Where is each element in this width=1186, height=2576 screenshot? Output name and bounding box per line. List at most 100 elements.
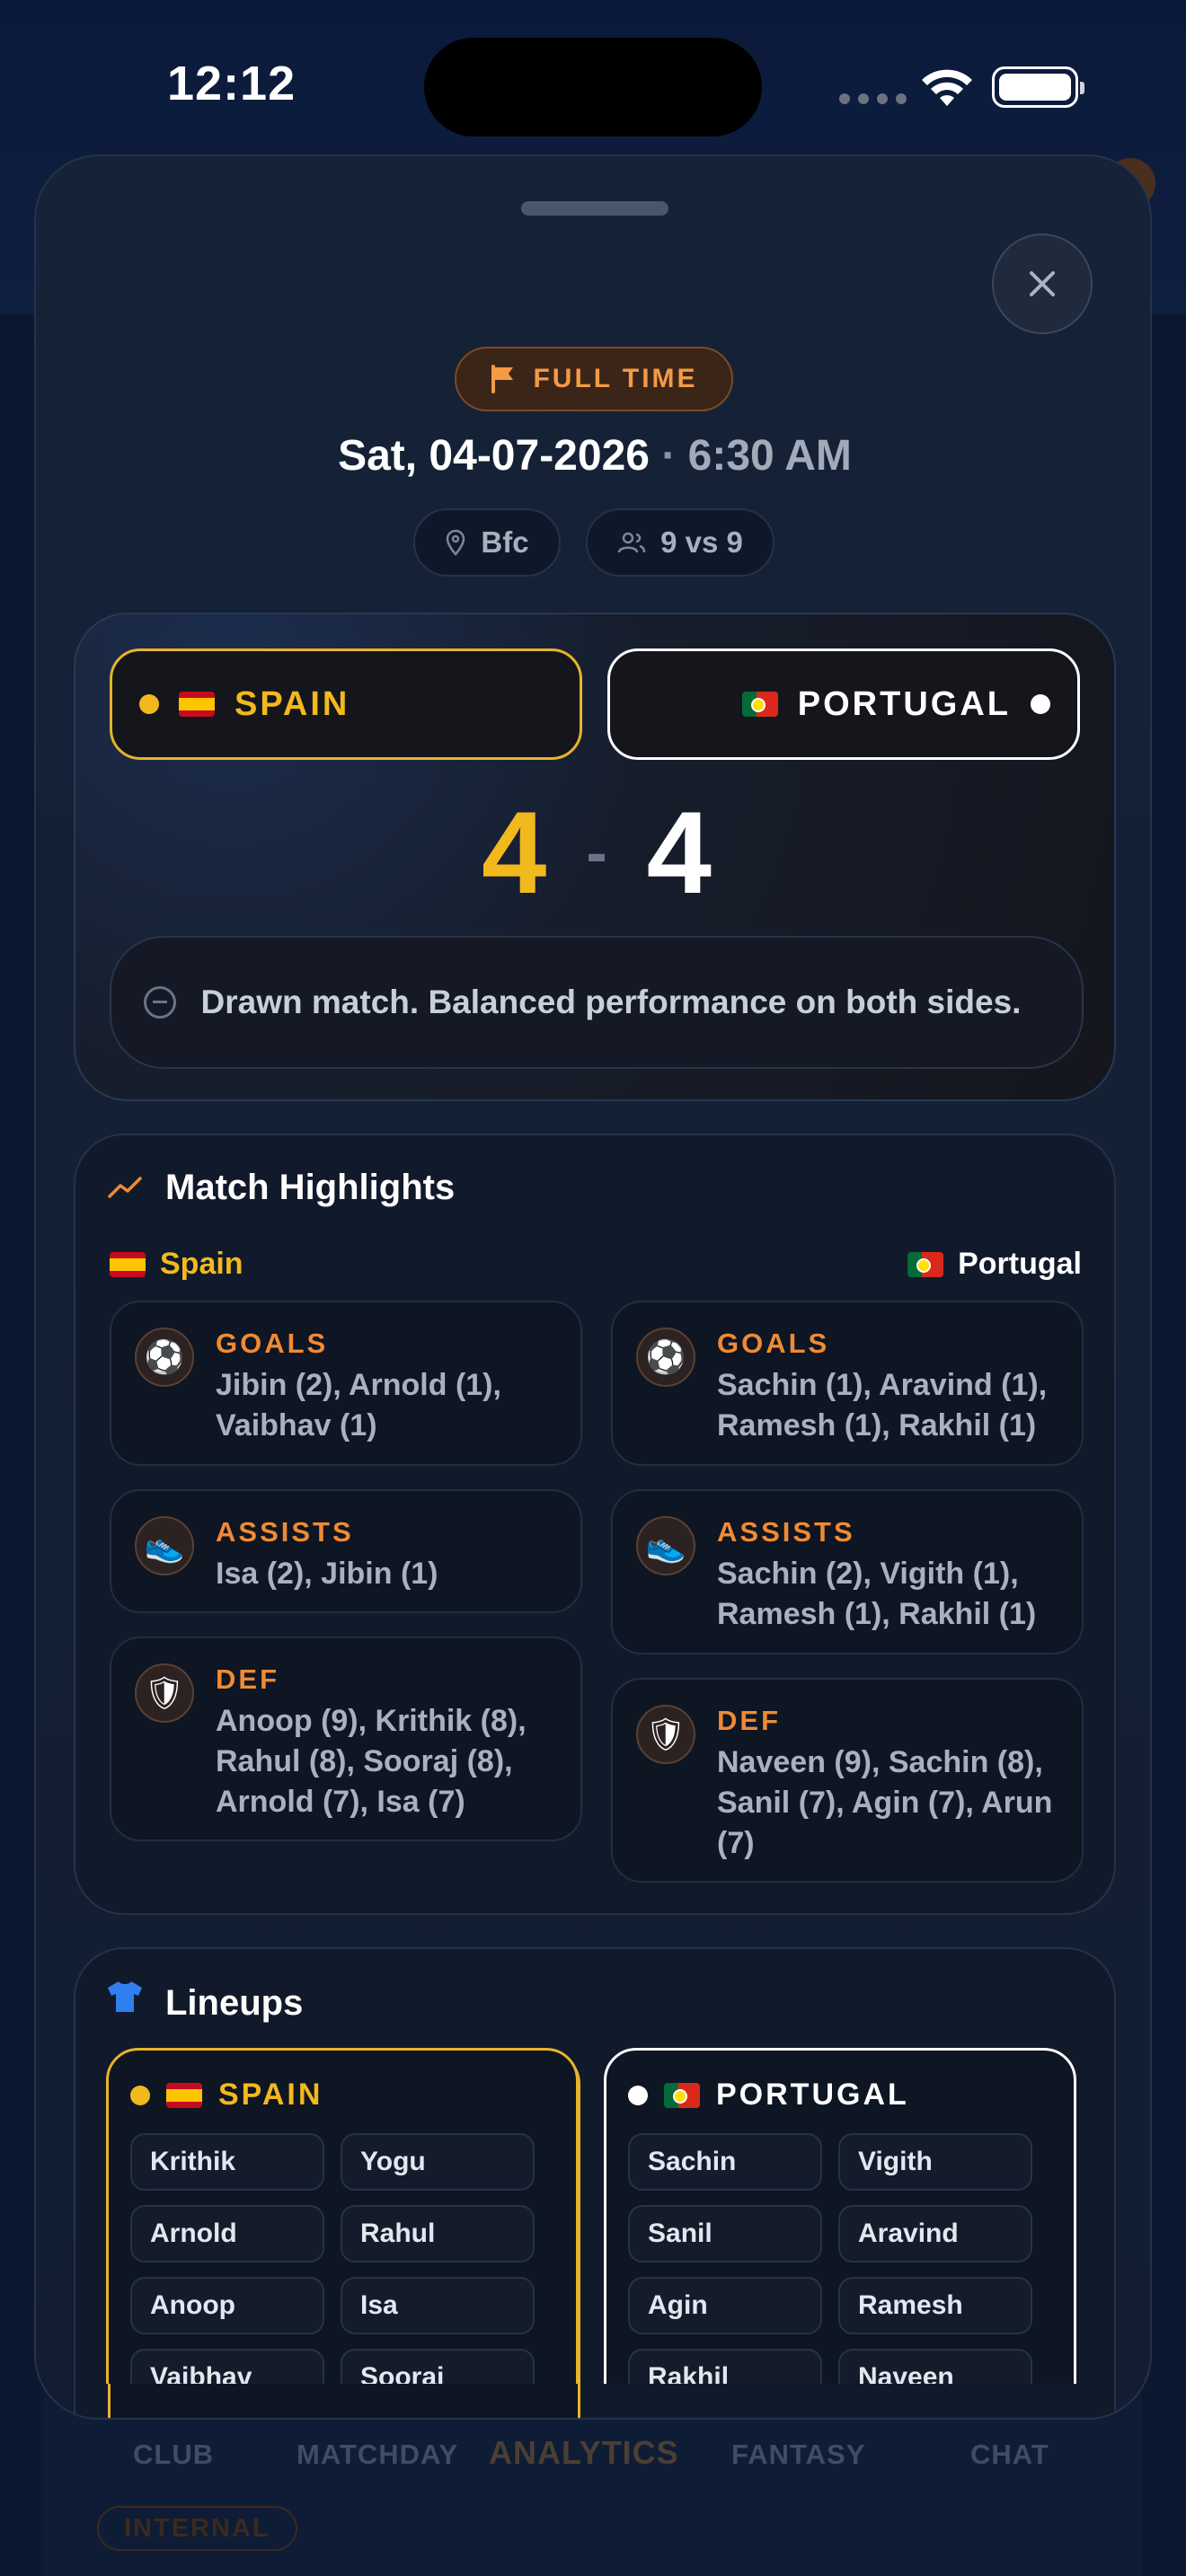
- boot-icon: 👟: [135, 1516, 194, 1575]
- away-color-dot: [1031, 694, 1050, 714]
- score-separator: -: [586, 817, 607, 887]
- flag-icon: [491, 365, 514, 393]
- shield-icon: 🛡: [135, 1663, 194, 1723]
- away-def-label: DEF: [717, 1705, 781, 1736]
- venue-pill: Bfc: [413, 508, 561, 577]
- home-assists-label: ASSISTS: [216, 1516, 354, 1548]
- player-chip[interactable]: Arnold: [130, 2205, 324, 2263]
- match-status-badge: FULL TIME: [455, 347, 733, 411]
- home-team-chip: SPAIN: [110, 648, 582, 760]
- away-color-dot: [628, 2085, 648, 2105]
- home-def-box: 🛡 DEF Anoop (9), Krithik (8), Rahul (8),…: [110, 1636, 582, 1841]
- close-button[interactable]: [992, 234, 1093, 334]
- status-time: 12:12: [167, 57, 296, 110]
- highlights-away-team: Portugal: [907, 1247, 1082, 1282]
- close-icon: [1030, 271, 1055, 296]
- draw-icon: [144, 986, 176, 1019]
- player-chip[interactable]: Ramesh: [838, 2277, 1032, 2334]
- away-def-box: 🛡 DEF Naveen (9), Sachin (8), Sanil (7),…: [611, 1678, 1084, 1883]
- match-summary-text: Drawn match. Balanced performance on bot…: [200, 984, 1022, 1020]
- dynamic-island: [424, 38, 762, 137]
- wifi-icon: [922, 69, 972, 106]
- home-lineup-box: SPAIN Krithik Yogu Arnold Rahul Anoop Is…: [106, 2048, 579, 2384]
- player-chip[interactable]: Aravind: [838, 2205, 1032, 2263]
- away-assists-value: Sachin (2), Vigith (1), Ramesh (1), Rakh…: [717, 1557, 1037, 1631]
- match-datetime: Sat, 04-07-2026 · 6:30 AM: [36, 431, 1150, 481]
- highlights-home-name: Spain: [160, 1247, 243, 1281]
- home-color-dot: [130, 2085, 150, 2105]
- player-chip[interactable]: Anoop: [130, 2277, 324, 2334]
- player-chip[interactable]: Naveen: [838, 2349, 1032, 2384]
- player-chip[interactable]: Yogu: [341, 2133, 535, 2191]
- home-lineup-header: SPAIN: [130, 2078, 323, 2113]
- home-assists-box: 👟 ASSISTS Isa (2), Jibin (1): [110, 1489, 582, 1613]
- away-goals-value: Sachin (1), Aravind (1), Ramesh (1), Rak…: [717, 1368, 1048, 1442]
- home-def-value: Anoop (9), Krithik (8), Rahul (8), Soora…: [216, 1704, 527, 1819]
- internal-badge: INTERNAL: [97, 2506, 297, 2551]
- match-status-label: FULL TIME: [533, 364, 698, 393]
- player-chip[interactable]: Vigith: [838, 2133, 1032, 2191]
- spain-flag-icon: [179, 692, 215, 717]
- cellular-signal-icon: [839, 93, 907, 104]
- match-time: 6:30 AM: [687, 432, 852, 480]
- spain-flag-icon: [166, 2082, 202, 2108]
- away-team-name: PORTUGAL: [797, 684, 1011, 723]
- away-def-value: Naveen (9), Sachin (8), Sanil (7), Agin …: [717, 1745, 1053, 1860]
- highlights-card: Match Highlights Spain Portugal ⚽ GOALS …: [74, 1134, 1116, 1915]
- scoreline: 4 - 4: [75, 785, 1118, 920]
- sheet-grabber[interactable]: [521, 201, 668, 216]
- highlights-away-name: Portugal: [958, 1247, 1082, 1281]
- highlights-home-team: Spain: [110, 1247, 243, 1282]
- boot-icon: 👟: [636, 1516, 695, 1575]
- location-pin-icon: [447, 529, 465, 556]
- home-color-dot: [139, 694, 159, 714]
- lineups-title: Lineups: [165, 1983, 304, 2023]
- score-card: SPAIN PORTUGAL 4 - 4 Drawn match. Balanc…: [74, 613, 1116, 1101]
- away-goals-box: ⚽ GOALS Sachin (1), Aravind (1), Ramesh …: [611, 1301, 1084, 1466]
- players-icon: [617, 532, 646, 553]
- soccer-ball-icon: ⚽: [636, 1328, 695, 1387]
- player-chip[interactable]: Rahul: [341, 2205, 535, 2263]
- home-team-name: SPAIN: [235, 684, 350, 723]
- highlights-title: Match Highlights: [165, 1168, 456, 1207]
- tab-chat[interactable]: CHAT: [970, 2439, 1049, 2471]
- home-assists-value: Isa (2), Jibin (1): [216, 1557, 438, 1591]
- match-date: Sat, 04-07-2026: [338, 432, 650, 480]
- home-score: 4: [482, 787, 547, 918]
- player-chip[interactable]: Sanil: [628, 2205, 822, 2263]
- away-assists-box: 👟 ASSISTS Sachin (2), Vigith (1), Ramesh…: [611, 1489, 1084, 1654]
- home-goals-label: GOALS: [216, 1328, 329, 1359]
- shield-icon: 🛡: [636, 1705, 695, 1764]
- player-chip[interactable]: Krithik: [130, 2133, 324, 2191]
- datetime-separator: ·: [661, 432, 677, 480]
- away-lineup-name: PORTUGAL: [716, 2078, 909, 2112]
- spain-flag-icon: [110, 1251, 146, 1277]
- portugal-flag-icon: [741, 692, 778, 717]
- player-chip[interactable]: Sachin: [628, 2133, 822, 2191]
- tab-matchday[interactable]: MATCHDAY: [296, 2439, 458, 2471]
- format-label: 9 vs 9: [660, 525, 743, 559]
- portugal-flag-icon: [664, 2082, 700, 2108]
- away-assists-label: ASSISTS: [717, 1516, 855, 1548]
- home-goals-value: Jibin (2), Arnold (1), Vaibhav (1): [216, 1368, 501, 1442]
- player-chip[interactable]: Vaibhav: [130, 2349, 324, 2384]
- battery-icon: [992, 66, 1084, 108]
- tab-club[interactable]: CLUB: [133, 2439, 214, 2471]
- player-chip[interactable]: Rakhil: [628, 2349, 822, 2384]
- format-pill: 9 vs 9: [586, 508, 774, 577]
- tab-analytics[interactable]: ANALYTICS: [489, 2434, 679, 2472]
- player-chip[interactable]: Isa: [341, 2277, 535, 2334]
- home-lineup-name: SPAIN: [218, 2078, 323, 2112]
- soccer-ball-icon: ⚽: [135, 1328, 194, 1387]
- match-summary: Drawn match. Balanced performance on bot…: [110, 936, 1084, 1069]
- away-score: 4: [646, 787, 712, 918]
- home-goals-box: ⚽ GOALS Jibin (2), Arnold (1), Vaibhav (…: [110, 1301, 582, 1466]
- jersey-icon: [108, 1981, 142, 2012]
- player-chip[interactable]: Sooraj: [341, 2349, 535, 2384]
- portugal-flag-icon: [907, 1251, 944, 1277]
- away-lineup-header: PORTUGAL: [628, 2078, 909, 2113]
- home-def-label: DEF: [216, 1663, 279, 1695]
- player-chip[interactable]: Agin: [628, 2277, 822, 2334]
- tab-fantasy[interactable]: FANTASY: [731, 2439, 865, 2471]
- away-goals-label: GOALS: [717, 1328, 830, 1359]
